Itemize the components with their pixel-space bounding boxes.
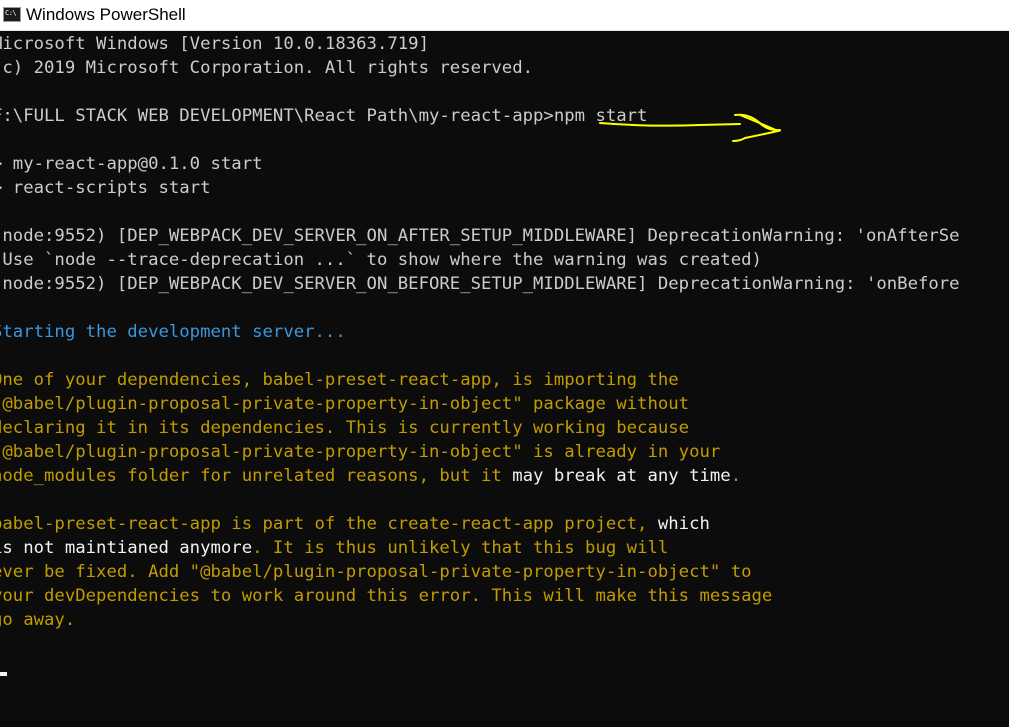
console-text: "@babel/plugin-proposal-private-property… (0, 442, 721, 462)
console-line: > my-react-app@0.1.0 start (0, 152, 263, 176)
console-text: "@babel/plugin-proposal-private-property… (0, 394, 690, 414)
console-text: declaring it in its dependencies. This i… (0, 418, 690, 438)
console-line: (node:9552) [DEP_WEBPACK_DEV_SERVER_ON_A… (0, 224, 960, 248)
console-text: (node:9552) [DEP_WEBPACK_DEV_SERVER_ON_A… (0, 226, 960, 246)
console-text: . (730, 466, 742, 486)
yellow-arrow-annotation (599, 113, 782, 142)
console-line: your devDependencies to work around this… (0, 584, 772, 608)
console-line: "@babel/plugin-proposal-private-property… (0, 392, 689, 416)
console-text: (c) 2019 Microsoft Corporation. All righ… (0, 58, 534, 78)
console-line: "@babel/plugin-proposal-private-property… (0, 440, 720, 464)
console-line: babel-preset-react-app is part of the cr… (0, 512, 710, 536)
console-line: ever be fixed. Add "@babel/plugin-propos… (0, 560, 752, 584)
annotation-underline (599, 122, 741, 127)
window-title: Windows PowerShell (26, 5, 186, 24)
title-bar[interactable]: C:\ Windows PowerShell (0, 0, 1009, 31)
console-text: F:\FULL STACK WEB DEVELOPMENT\React Path… (0, 106, 648, 126)
console-line: go away. (0, 608, 75, 632)
console-text: (Use `node --trace-deprecation ...` to s… (0, 250, 762, 270)
console-line: . (0, 296, 2, 320)
console-text: ever be fixed. Add "@babel/plugin-propos… (0, 562, 752, 582)
console-text: . (0, 298, 2, 318)
console-text: Microsoft Windows [Version 10.0.18363.71… (0, 34, 429, 54)
text-cursor (0, 672, 7, 676)
console-text: (node:9552) [DEP_WEBPACK_DEV_SERVER_ON_B… (0, 274, 960, 294)
console-text: . It is thus unlikely that this bug will (252, 538, 669, 558)
console-text: > my-react-app@0.1.0 start (0, 154, 263, 174)
console-icon-glyph: C:\ (5, 9, 17, 17)
console-line: is not maintianed anymore. It is thus un… (0, 536, 668, 560)
console-text: your devDependencies to work around this… (0, 586, 773, 606)
console-text: One of your dependencies, babel-preset-r… (0, 370, 679, 390)
powershell-window: C:\ Windows PowerShell Microsoft Windows… (0, 0, 1009, 727)
console-line: declaring it in its dependencies. This i… (0, 416, 689, 440)
console-text: may break at any time (512, 466, 731, 486)
console-text: > react-scripts start (0, 178, 211, 198)
console-output[interactable]: Microsoft Windows [Version 10.0.18363.71… (0, 31, 1009, 727)
console-text: node_modules folder for unrelated reason… (0, 466, 513, 486)
console-line: Microsoft Windows [Version 10.0.18363.71… (0, 32, 429, 56)
console-text: Starting the development server... (0, 322, 346, 342)
console-text: go away. (0, 610, 76, 630)
console-line: (Use `node --trace-deprecation ...` to s… (0, 248, 762, 272)
console-line: > react-scripts start (0, 176, 211, 200)
powershell-console-icon[interactable]: C:\ (3, 7, 21, 22)
console-line: (node:9552) [DEP_WEBPACK_DEV_SERVER_ON_B… (0, 272, 960, 296)
console-line: (c) 2019 Microsoft Corporation. All righ… (0, 56, 533, 80)
console-text: is not maintianed anymore (0, 538, 253, 558)
console-line: F:\FULL STACK WEB DEVELOPMENT\React Path… (0, 104, 647, 128)
console-line: Starting the development server... (0, 320, 346, 344)
console-line: node_modules folder for unrelated reason… (0, 464, 741, 488)
console-text: which (657, 514, 710, 534)
console-line: One of your dependencies, babel-preset-r… (0, 368, 679, 392)
console-text: babel-preset-react-app is part of the cr… (0, 514, 658, 534)
